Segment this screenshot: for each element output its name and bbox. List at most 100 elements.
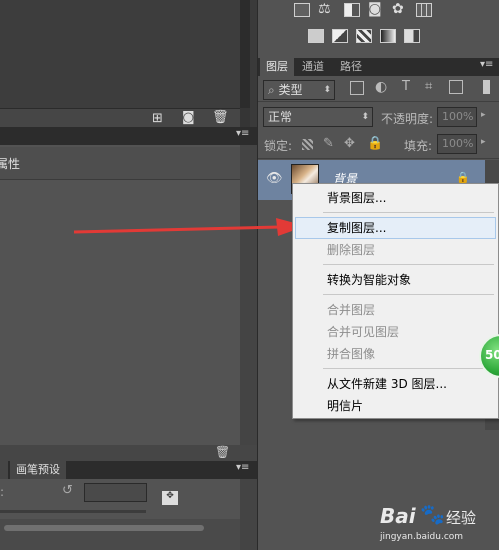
menu-item-new-3d-layer[interactable]: 从文件新建 3D 图层... <box>327 374 447 394</box>
layer-context-menu: 背景图层... 复制图层... 删除图层 转换为智能对象 合并图层 合并可见图层… <box>292 183 499 419</box>
brush-preview <box>0 519 240 550</box>
panel-menu-icon[interactable]: ▾≡ <box>480 59 493 70</box>
badge-text: 50 <box>485 348 499 362</box>
fill-value: 100% <box>442 137 474 150</box>
tab-brush-presets[interactable]: 画笔预设 <box>10 461 66 479</box>
tab-layers[interactable]: 图层 <box>260 58 294 76</box>
reset-icon[interactable]: ↺ <box>62 483 73 498</box>
new-layer-icon[interactable]: ⊞ <box>152 111 163 126</box>
menu-item-label: 拼合图像 <box>327 347 376 361</box>
blend-mode-label: 正常 <box>268 110 293 124</box>
watermark-suffix: 经验 <box>446 509 477 527</box>
menu-separator <box>323 264 494 265</box>
threshold-icon[interactable] <box>356 29 372 43</box>
trash-icon[interactable]: 🗑 <box>212 110 229 125</box>
opacity-value: 100% <box>442 110 474 123</box>
filter-pixel-icon[interactable] <box>350 81 364 95</box>
eye-icon[interactable]: 👁 <box>266 171 283 186</box>
gradient-map-icon[interactable] <box>380 29 396 43</box>
menu-item-label: 合并图层 <box>327 303 376 317</box>
levels-icon[interactable]: ⚖ <box>318 1 331 17</box>
grid-icon[interactable] <box>416 3 432 17</box>
brightness-icon[interactable] <box>294 3 310 17</box>
layer-filter-select[interactable]: ⌕ 类型 ⬍ <box>263 80 335 100</box>
lock-divider <box>258 158 499 159</box>
menu-item-label: 删除图层 <box>327 243 376 257</box>
paw-icon: 🐾 <box>420 502 445 526</box>
lock-position-icon[interactable]: ✥ <box>344 136 355 151</box>
brush-presets-label: 画笔预设 <box>16 463 60 476</box>
properties-panel-header: ▾≡ <box>0 127 257 145</box>
chevron-right-icon[interactable]: ▸ <box>481 110 486 120</box>
search-icon: ⌕ <box>268 83 279 97</box>
fill-label: 填充: <box>404 139 433 153</box>
lock-paint-icon[interactable]: ✎ <box>323 136 334 151</box>
panel-menu-icon[interactable]: ▾≡ <box>236 462 249 473</box>
menu-separator <box>323 212 494 213</box>
brush-tool-icon[interactable]: ✥ <box>162 491 178 505</box>
brush-panel-header: 画笔预设 ▾≡ <box>0 461 257 479</box>
menu-item-flatten-image[interactable]: 拼合图像 <box>327 344 375 364</box>
blend-mode-select[interactable]: 正常 ⬍ <box>263 107 373 127</box>
fill-field[interactable]: 100% <box>437 134 477 154</box>
lock-transparent-icon[interactable] <box>302 139 313 150</box>
menu-item-label: 转换为智能对象 <box>327 273 412 287</box>
panel-divider <box>240 0 250 108</box>
lock-label: 锁定: <box>264 139 293 153</box>
opacity-field[interactable]: 100% <box>437 107 477 127</box>
brush-panel: : ↺ ✥ <box>0 479 257 550</box>
menu-highlight <box>295 217 496 239</box>
properties-footer: 🗑 <box>0 445 257 461</box>
brush-size-field[interactable] <box>84 483 147 502</box>
selective-color-icon[interactable] <box>404 29 420 43</box>
filter-divider <box>258 101 499 102</box>
menu-item-duplicate-layer[interactable]: 复制图层... <box>327 218 386 238</box>
properties-header-row: 属性 <box>0 147 240 180</box>
watermark: Bai 🐾 经验 jingyan.baidu.com <box>380 498 499 550</box>
properties-panel: 属性 <box>0 145 240 445</box>
lock-all-icon[interactable]: 🔒 <box>367 136 383 151</box>
filter-shape-icon[interactable]: ⌗ <box>425 79 432 94</box>
watermark-url: jingyan.baidu.com <box>380 532 464 542</box>
menu-item-postcard[interactable]: 明信片 <box>327 396 363 416</box>
brush-scrollbar[interactable] <box>240 479 257 550</box>
watermark-brand: Bai <box>380 504 416 528</box>
menu-item-delete-layer[interactable]: 删除图层 <box>327 240 375 260</box>
curves-icon[interactable] <box>344 3 360 17</box>
filter-adjustment-icon[interactable]: ◐ <box>375 79 387 95</box>
trash-icon[interactable]: 🗑 <box>215 445 230 459</box>
menu-item-label: 复制图层... <box>327 221 387 235</box>
exposure-icon[interactable]: ◙ <box>368 1 382 17</box>
filter-type-icon[interactable]: T <box>402 79 410 94</box>
tab-paths[interactable]: 路径 <box>334 58 368 76</box>
camera-icon[interactable]: ◙ <box>182 110 195 125</box>
tab-channels-label: 通道 <box>302 60 324 73</box>
adjustments-panel: ⚖ ◙ ✿ <box>258 0 499 55</box>
menu-item-merge-layers[interactable]: 合并图层 <box>327 300 375 320</box>
posterize-icon[interactable] <box>332 29 348 43</box>
panel-menu-icon[interactable]: ▾≡ <box>236 128 249 139</box>
invert-icon[interactable] <box>308 29 324 43</box>
chevron-down-icon: ⬍ <box>361 112 369 122</box>
menu-item-label: 明信片 <box>327 399 364 413</box>
layers-tab-bar: 图层 通道 路径 ▾≡ <box>258 58 499 76</box>
tab-previous[interactable] <box>0 461 8 479</box>
menu-item-label: 合并可见图层 <box>327 325 400 339</box>
hue-icon[interactable]: ✿ <box>392 1 404 17</box>
red-arrow <box>73 218 306 236</box>
properties-scrollbar[interactable] <box>240 145 257 445</box>
left-panel-toolbar: ⊞ ◙ 🗑 <box>0 108 240 127</box>
menu-item-convert-smart-object[interactable]: 转换为智能对象 <box>327 270 411 290</box>
chevron-right-icon[interactable]: ▸ <box>481 137 486 147</box>
menu-item-merge-visible[interactable]: 合并可见图层 <box>327 322 399 342</box>
filter-smart-object-icon[interactable] <box>449 80 463 94</box>
filter-label: 类型 <box>278 83 303 97</box>
menu-item-background-layer[interactable]: 背景图层... <box>327 188 386 208</box>
brush-stroke-preview <box>4 525 204 531</box>
brush-slider[interactable] <box>0 510 146 513</box>
opacity-label: 不透明度: <box>381 112 434 126</box>
filter-toggle[interactable] <box>483 80 490 94</box>
tab-paths-label: 路径 <box>340 60 362 73</box>
menu-separator <box>323 294 494 295</box>
tab-channels[interactable]: 通道 <box>296 58 330 76</box>
